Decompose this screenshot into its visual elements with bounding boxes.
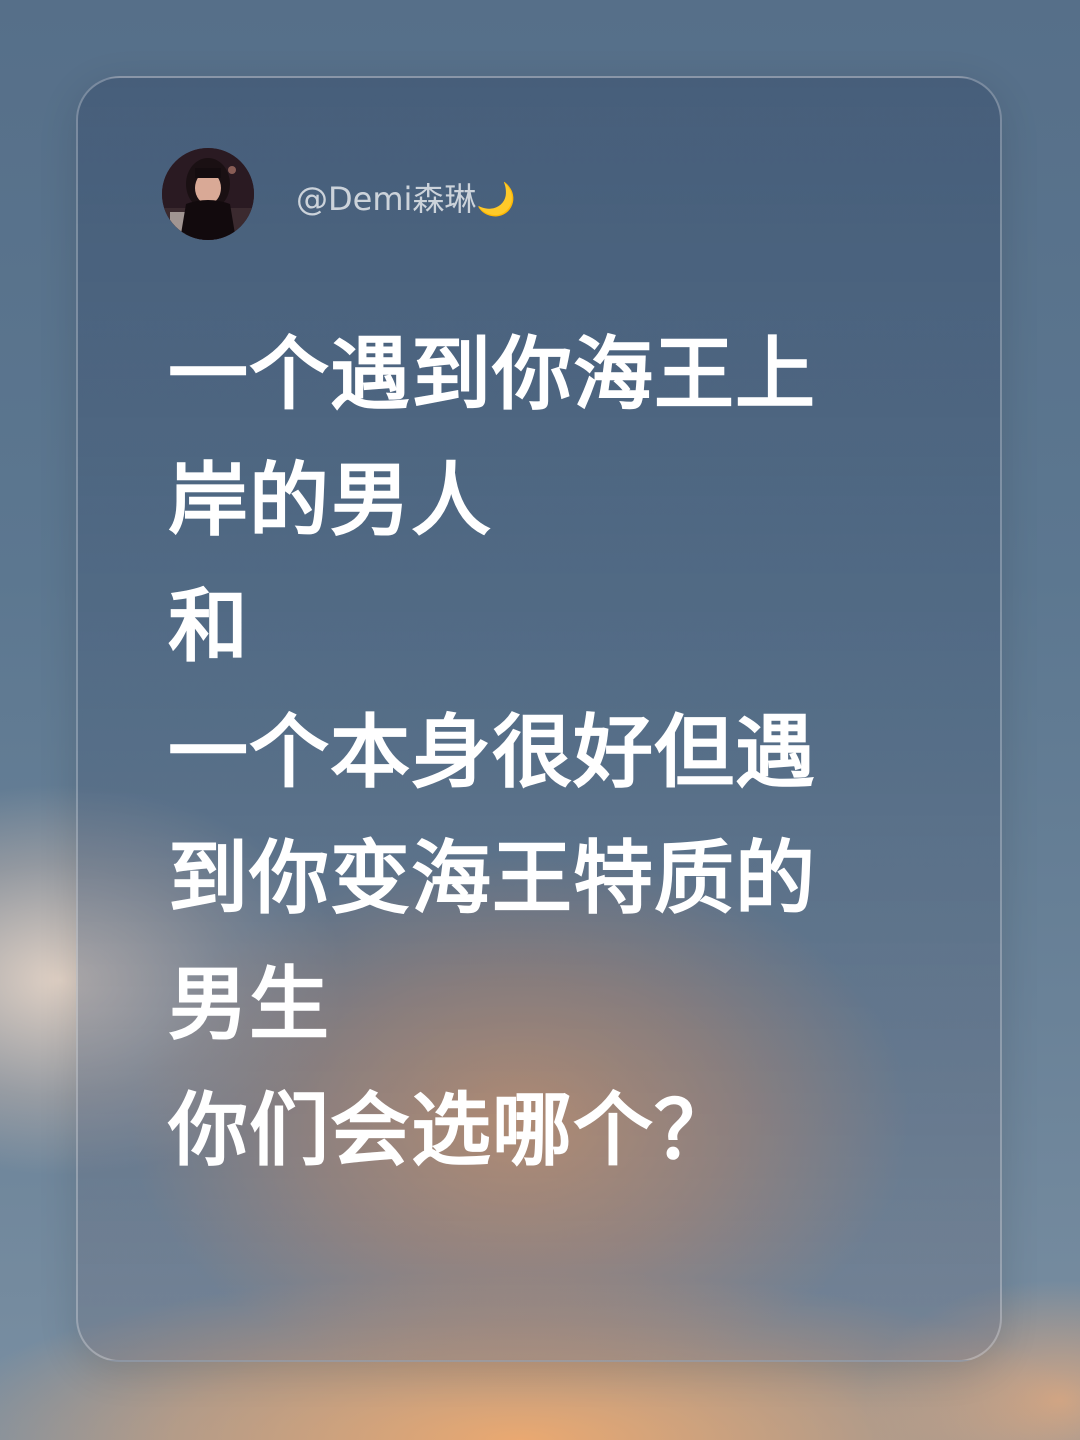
- post-body: 一个遇到你海王上 岸的男人 和 一个本身很好但遇 到你变海王特质的 男生 你们会…: [168, 312, 928, 1194]
- post-line: 你们会选哪个？: [168, 1084, 735, 1177]
- post-line: 到你变海王特质的: [168, 832, 816, 925]
- post-card: @Demi森琳🌙 一个遇到你海王上 岸的男人 和 一个本身很好但遇 到你变海王特…: [76, 76, 1002, 1362]
- author-handle-text: @Demi森琳: [296, 180, 477, 218]
- avatar-photo-icon: [162, 148, 254, 240]
- post-line: 一个本身很好但遇: [168, 706, 816, 799]
- post-line: 岸的男人: [168, 454, 492, 547]
- post-line: 一个遇到你海王上: [168, 328, 816, 421]
- moon-icon: 🌙: [476, 180, 517, 218]
- post-line: 和: [168, 580, 249, 673]
- author-handle[interactable]: @Demi森琳🌙: [296, 174, 516, 220]
- avatar[interactable]: [162, 148, 254, 240]
- post-line: 男生: [168, 958, 330, 1051]
